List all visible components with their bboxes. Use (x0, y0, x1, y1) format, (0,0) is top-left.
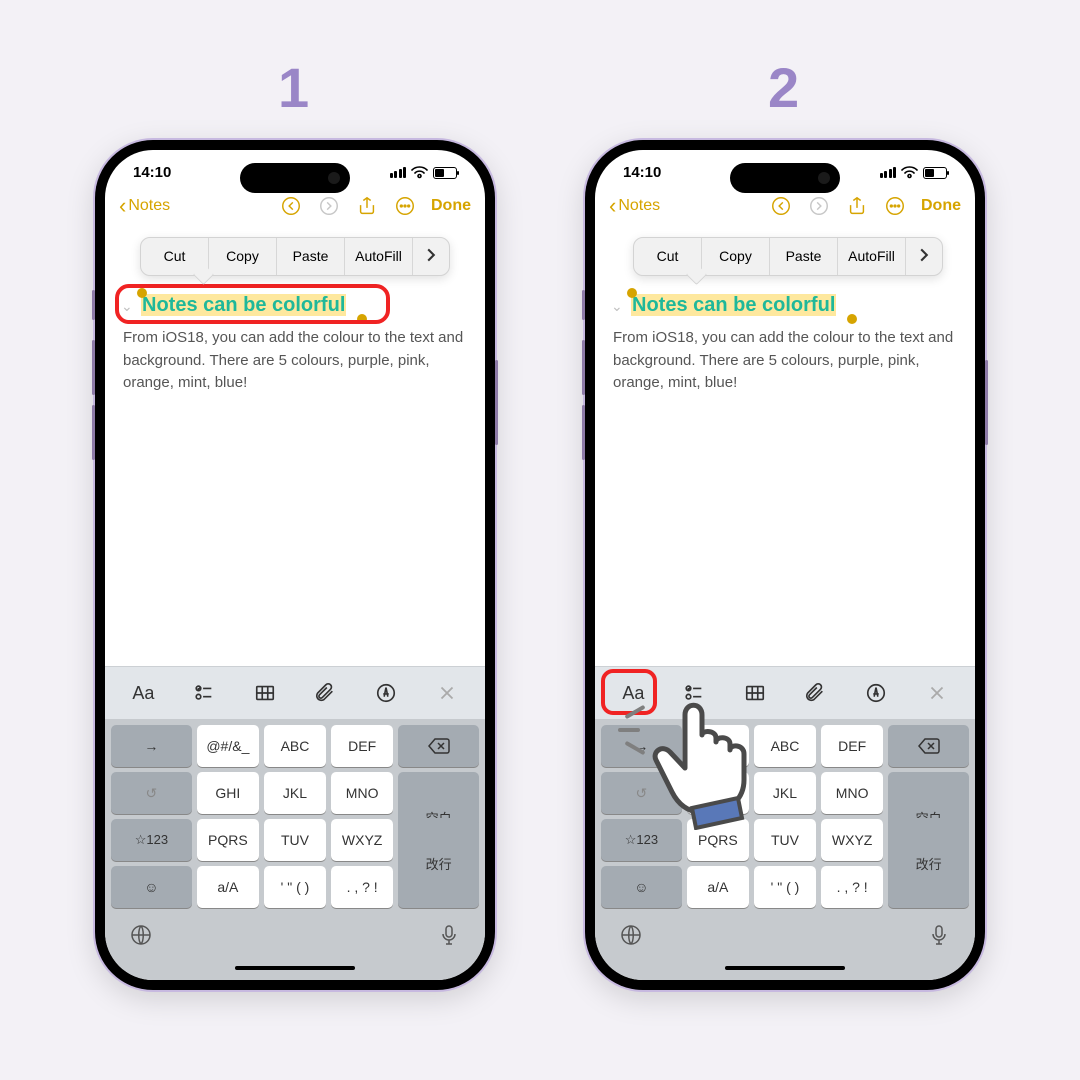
chevron-left-icon: ‹ (609, 193, 616, 219)
mic-button[interactable] (927, 923, 951, 952)
step-1-label: 1 (278, 55, 309, 120)
dynamic-island (730, 163, 840, 193)
key-abc[interactable]: ABC (264, 725, 326, 767)
share-button[interactable] (355, 194, 379, 218)
home-indicator[interactable] (235, 966, 355, 970)
key-def[interactable]: DEF (821, 725, 883, 767)
wifi-icon (901, 166, 918, 179)
battery-icon (433, 167, 457, 179)
key-punct[interactable]: . , ? ! (331, 866, 393, 908)
mic-button[interactable] (437, 923, 461, 952)
note-title[interactable]: Notes can be colorful (631, 294, 836, 316)
popover-paste[interactable]: Paste (770, 238, 838, 275)
note-content[interactable]: ⌄ Notes can be colorful From iOS18, you … (595, 276, 975, 666)
key-undo[interactable]: ↺ (111, 772, 192, 814)
popover-autofill[interactable]: AutoFill (838, 238, 906, 275)
popover-autofill[interactable]: AutoFill (345, 238, 413, 275)
table-button[interactable] (241, 677, 289, 709)
key-quotes[interactable]: ' " ( ) (754, 866, 816, 908)
key-punct[interactable]: . , ? ! (821, 866, 883, 908)
popover-more[interactable] (906, 238, 942, 275)
key-jkl[interactable]: JKL (264, 772, 326, 814)
selection-handle-start[interactable] (627, 288, 637, 298)
key-backspace[interactable] (888, 725, 969, 767)
key-tuv[interactable]: TUV (264, 819, 326, 861)
key-return[interactable]: 改行 (888, 818, 969, 908)
nav-bar: ‹ Notes Done (105, 187, 485, 227)
status-time: 14:10 (133, 164, 171, 181)
key-def[interactable]: DEF (331, 725, 393, 767)
signal-icon (880, 167, 897, 178)
home-indicator[interactable] (725, 966, 845, 970)
share-button[interactable] (845, 194, 869, 218)
checklist-button[interactable] (180, 677, 228, 709)
note-body[interactable]: From iOS18, you can add the colour to th… (123, 327, 467, 395)
popover-copy[interactable]: Copy (209, 238, 277, 275)
more-button[interactable] (393, 194, 417, 218)
undo-button[interactable] (769, 194, 793, 218)
text-format-button[interactable]: Aa (119, 677, 167, 709)
selection-handle-end[interactable] (847, 314, 857, 324)
key-emoji[interactable]: ☺ (601, 866, 682, 908)
globe-button[interactable] (129, 923, 153, 952)
phone-mockup-2: 14:10 ‹ Notes Done Cut Copy Pas (585, 140, 985, 990)
close-toolbar-button[interactable] (423, 677, 471, 709)
status-time: 14:10 (623, 164, 661, 181)
collapse-icon[interactable]: ⌄ (611, 298, 623, 315)
markup-button[interactable] (362, 677, 410, 709)
key-pqrs[interactable]: PQRS (197, 819, 259, 861)
back-button[interactable]: ‹ Notes (119, 193, 170, 219)
note-title[interactable]: Notes can be colorful (141, 294, 346, 316)
key-shift-next[interactable]: → (111, 725, 192, 767)
battery-icon (923, 167, 947, 179)
key-backspace[interactable] (398, 725, 479, 767)
selection-handle-end[interactable] (357, 314, 367, 324)
dynamic-island (240, 163, 350, 193)
attachment-button[interactable] (301, 677, 349, 709)
popover-cut[interactable]: Cut (141, 238, 209, 275)
back-button[interactable]: ‹ Notes (609, 193, 660, 219)
key-wxyz[interactable]: WXYZ (331, 819, 393, 861)
chevron-left-icon: ‹ (119, 193, 126, 219)
attachment-button[interactable] (791, 677, 839, 709)
key-ghi[interactable]: GHI (197, 772, 259, 814)
popover-copy[interactable]: Copy (702, 238, 770, 275)
popover-paste[interactable]: Paste (277, 238, 345, 275)
globe-button[interactable] (619, 923, 643, 952)
key-123[interactable]: ☆123 (111, 819, 192, 861)
undo-button[interactable] (279, 194, 303, 218)
more-button[interactable] (883, 194, 907, 218)
phone-mockup-1: 14:10 ‹ Notes Done Cut Copy Pas (95, 140, 495, 990)
note-body[interactable]: From iOS18, you can add the colour to th… (613, 327, 957, 395)
step-2-label: 2 (768, 55, 799, 120)
wifi-icon (411, 166, 428, 179)
redo-button[interactable] (317, 194, 341, 218)
selection-handle-start[interactable] (137, 288, 147, 298)
key-case[interactable]: a/A (197, 866, 259, 908)
format-toolbar: Aa (105, 666, 485, 719)
done-button[interactable]: Done (921, 197, 961, 215)
keyboard[interactable]: → @#/&_ ABC DEF ↺ GHI JKL MNO 空白 ☆123 PQ… (105, 719, 485, 980)
collapse-icon[interactable]: ⌄ (121, 298, 133, 315)
key-wxyz[interactable]: WXYZ (821, 819, 883, 861)
key-mno[interactable]: MNO (821, 772, 883, 814)
note-content[interactable]: ⌄ Notes can be colorful From iOS18, you … (105, 276, 485, 666)
nav-bar: ‹ Notes Done (595, 187, 975, 227)
key-mno[interactable]: MNO (331, 772, 393, 814)
key-return[interactable]: 改行 (398, 818, 479, 908)
redo-button[interactable] (807, 194, 831, 218)
done-button[interactable]: Done (431, 197, 471, 215)
close-toolbar-button[interactable] (913, 677, 961, 709)
signal-icon (390, 167, 407, 178)
edit-popover: Cut Copy Paste AutoFill (633, 237, 943, 276)
edit-popover: Cut Copy Paste AutoFill (140, 237, 450, 276)
popover-more[interactable] (413, 238, 449, 275)
key-emoji[interactable]: ☺ (111, 866, 192, 908)
tap-gesture-illustration (630, 680, 780, 830)
key-quotes[interactable]: ' " ( ) (264, 866, 326, 908)
key-case[interactable]: a/A (687, 866, 749, 908)
key-symbols[interactable]: @#/&_ (197, 725, 259, 767)
popover-cut[interactable]: Cut (634, 238, 702, 275)
markup-button[interactable] (852, 677, 900, 709)
